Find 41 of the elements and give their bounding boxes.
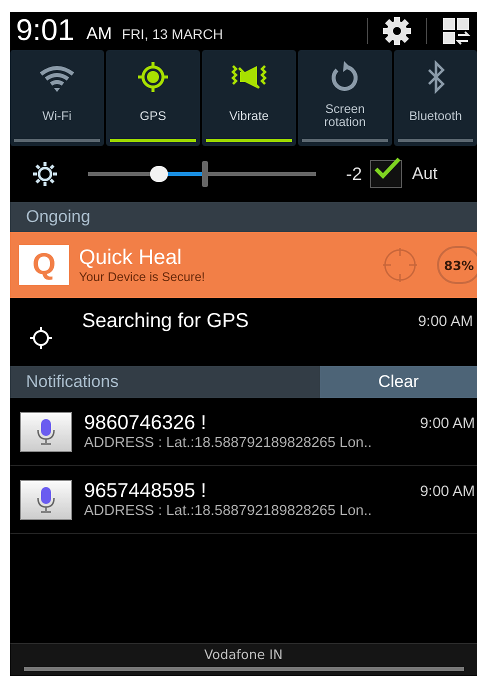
section-title: Ongoing [26, 207, 90, 227]
notification-text: ADDRESS : Lat.:18.588792189828265 Lon.. [84, 435, 373, 451]
app-logo: Q [19, 245, 69, 285]
default-level-marker [202, 161, 208, 187]
notification-title: Quick Heal [79, 246, 183, 270]
panel-switch-icon[interactable] [441, 16, 471, 46]
notification-time: 9:00 AM [420, 483, 475, 502]
notification-item[interactable]: 9657448595 ! 9:00 AM ADDRESS : Lat.:18.588792189828265 Lon.. [10, 466, 477, 534]
auto-checkbox[interactable] [370, 160, 402, 188]
quick-setting-toggle[interactable]: Screen rotation [298, 50, 392, 146]
settings-icon[interactable] [382, 16, 412, 46]
date-text: FRI, 13 MARCH [122, 26, 224, 42]
notification-time: 9:00 AM [420, 415, 475, 434]
notification-title: Searching for GPS [82, 310, 250, 333]
check-icon [373, 157, 402, 179]
microphone-icon [20, 412, 72, 452]
clock-ampm: AM [86, 24, 112, 44]
notification-item[interactable]: 9860746326 ! 9:00 AM ADDRESS : Lat.:18.588792189828265 Lon.. [10, 398, 477, 466]
carrier-name: Vodafone IN [204, 648, 283, 663]
drag-handle[interactable] [24, 667, 464, 671]
brightness-icon [32, 161, 58, 187]
quick-setting-toggle[interactable]: GPS [106, 50, 200, 146]
location-icon [28, 325, 54, 351]
clear-button[interactable]: Clear [320, 366, 477, 398]
notification-item[interactable]: Searching for GPS 9:00 AM [10, 298, 477, 366]
notification-card[interactable]: Q Quick Heal Your Device is Secure! 83% [10, 232, 477, 298]
notification-title: 9860746326 ! [84, 412, 208, 435]
quick-setting-toggle[interactable]: Bluetooth [394, 50, 477, 146]
clock-time: 9:01 [16, 14, 74, 48]
microphone-icon [20, 480, 72, 520]
quick-setting-toggle[interactable]: Wi-Fi [10, 50, 104, 146]
auto-label: Aut [412, 164, 438, 184]
section-title: Notifications [26, 372, 120, 392]
percent-badge: 83% [437, 246, 477, 284]
brightness-value: -2 [346, 164, 362, 184]
notification-subtitle: Your Device is Secure! [79, 270, 206, 284]
notification-text: ADDRESS : Lat.:18.588792189828265 Lon.. [84, 503, 373, 519]
slider-thumb[interactable] [150, 166, 168, 182]
notification-title: 9657448595 ! [84, 480, 208, 503]
quick-setting-toggle[interactable]: Vibrate [202, 50, 296, 146]
notification-time: 9:00 AM [418, 313, 473, 330]
